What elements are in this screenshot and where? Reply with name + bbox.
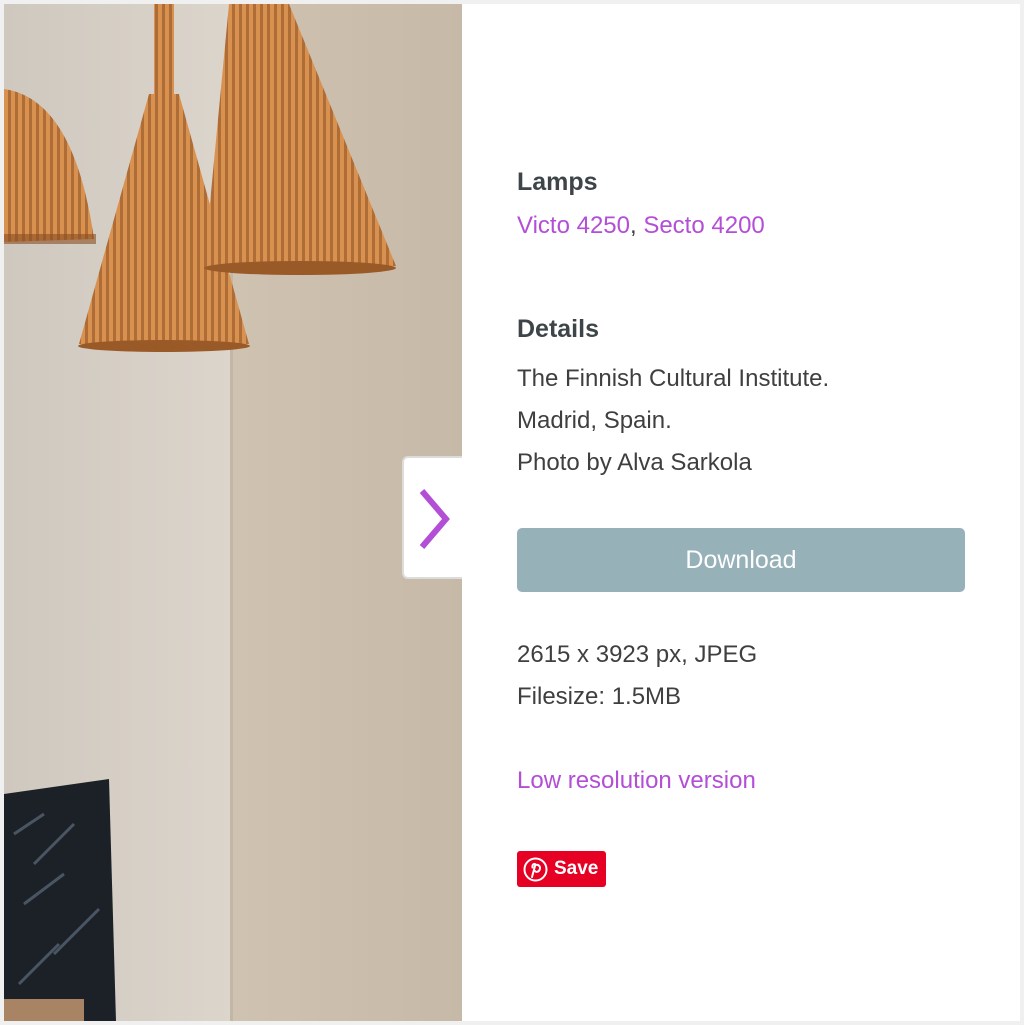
lamp-link-victo[interactable]: Victo 4250 xyxy=(517,212,630,239)
lamps-photo-illustration xyxy=(4,4,462,1021)
lamps-links: Victo 4250, Secto 4200 xyxy=(517,212,765,240)
chevron-right-icon xyxy=(419,489,450,549)
low-resolution-link[interactable]: Low resolution version xyxy=(517,767,756,794)
image-dimensions: 2615 x 3923 px, JPEG xyxy=(517,641,758,668)
image-filesize: Filesize: 1.5MB xyxy=(517,683,682,710)
lamps-separator: , xyxy=(629,212,637,239)
download-button[interactable]: Download xyxy=(517,528,965,592)
details-line-institute: The Finnish Cultural Institute. xyxy=(517,365,830,392)
low-resolution-link-wrap: Low resolution version xyxy=(517,767,756,795)
lamps-heading: Lamps xyxy=(517,168,598,196)
pinterest-save-label: Save xyxy=(554,858,599,879)
pinterest-save-button[interactable]: Save xyxy=(517,851,606,887)
next-image-button[interactable] xyxy=(402,456,462,579)
gallery-frame: Lamps Victo 4250, Secto 4200 Details The… xyxy=(4,4,1020,1021)
details-heading: Details xyxy=(517,315,599,343)
lamp-link-secto[interactable]: Secto 4200 xyxy=(643,212,764,239)
image-info-panel: Lamps Victo 4250, Secto 4200 Details The… xyxy=(517,4,967,1021)
product-photo xyxy=(4,4,462,1021)
details-line-photographer: Photo by Alva Sarkola xyxy=(517,449,752,476)
pinterest-logo-icon xyxy=(523,857,548,882)
details-line-location: Madrid, Spain. xyxy=(517,407,672,434)
